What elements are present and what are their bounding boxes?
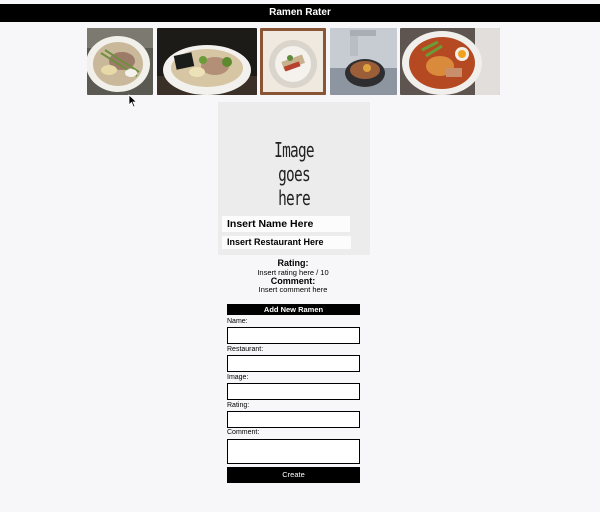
ramen-thumbnail-2[interactable]: [157, 28, 257, 95]
comment-display: Insert comment here: [258, 285, 328, 294]
app-title: Ramen Rater: [269, 7, 331, 18]
detail-image-placeholder: Image goes here: [274, 138, 314, 210]
ramen-detail: Image goes here: [218, 102, 370, 255]
name-input[interactable]: [227, 327, 360, 344]
detail-name: Insert Name Here: [222, 216, 350, 232]
ramen-thumbnail-1[interactable]: [87, 28, 153, 95]
restaurant-input[interactable]: [227, 355, 360, 372]
name-label: Name:: [227, 318, 248, 325]
rating-label: Rating:: [227, 402, 250, 409]
detail-restaurant: Insert Restaurant Here: [222, 236, 351, 249]
rating-heading: Rating:: [277, 258, 309, 268]
image-label: Image:: [227, 374, 249, 381]
image-input[interactable]: [227, 383, 360, 400]
rating-input[interactable]: [227, 411, 360, 428]
form-title: Add New Ramen: [227, 304, 360, 315]
ramen-thumbnail-5[interactable]: [400, 28, 500, 95]
ramen-thumbnail-4[interactable]: [330, 28, 397, 95]
create-button[interactable]: Create: [227, 467, 360, 483]
app-header: Ramen Rater: [0, 4, 600, 22]
ramen-thumbnail-3[interactable]: [260, 28, 326, 95]
mouse-cursor-icon: [128, 94, 138, 108]
comment-label: Comment:: [227, 429, 260, 436]
restaurant-label: Restaurant:: [227, 346, 264, 353]
comment-input[interactable]: [227, 439, 360, 464]
